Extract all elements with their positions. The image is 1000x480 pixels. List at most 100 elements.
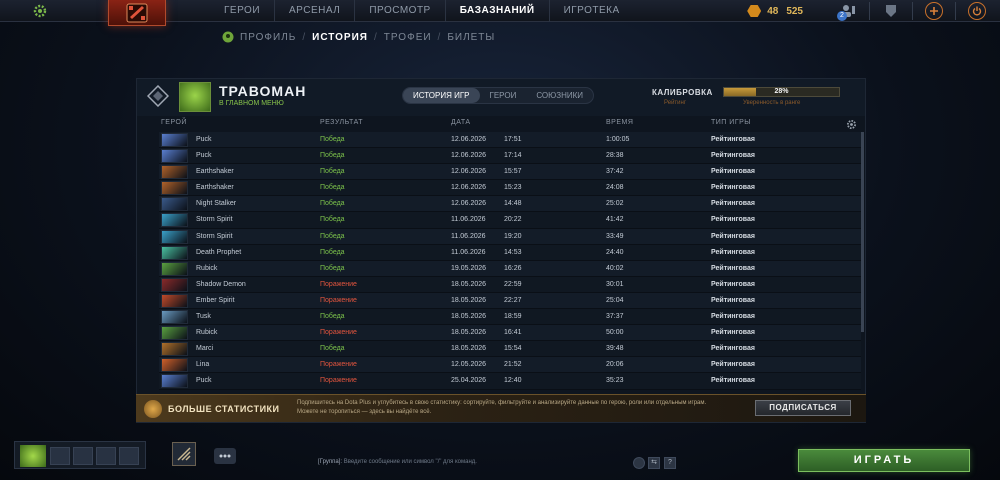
table-row[interactable]: Storm Spirit Победа 11.06.2026 19:20 33:49 Ре… [159, 228, 861, 245]
party-avatar[interactable] [20, 445, 46, 467]
subnav-item[interactable]: БИЛЕТЫ [447, 32, 495, 43]
column-header-date[interactable]: ДАТА [451, 119, 471, 126]
armory-button[interactable] [880, 0, 902, 22]
party-slot[interactable] [96, 447, 116, 465]
nav-item[interactable]: БАЗАЗНАНИЙ [446, 0, 550, 22]
table-row[interactable]: Rubick Поражение 18.05.2026 16:41 50:00 Рейти… [159, 325, 861, 342]
table-row[interactable]: Death Prophet Победа 11.06.2026 14:53 24:40 Р… [159, 244, 861, 261]
subnav-item[interactable]: ПРОФИЛЬ [240, 32, 296, 43]
table-row[interactable]: Earthshaker Победа 12.06.2026 15:57 37:42 Рей… [159, 164, 861, 181]
friends-button[interactable]: 2 [837, 0, 859, 22]
match-date: 12.06.2026 [451, 200, 487, 208]
subnav-separator: / [437, 31, 442, 43]
subnav-item[interactable]: ИСТОРИЯ [312, 32, 368, 43]
match-date: 12.05.2026 [451, 361, 487, 369]
match-duration: 40:02 [606, 264, 624, 272]
subnav-item[interactable]: ТРОФЕИ [384, 32, 432, 43]
match-result: Победа [320, 216, 345, 224]
rank-medal-icon[interactable] [146, 84, 170, 108]
match-duration: 25:04 [606, 296, 624, 304]
play-button[interactable]: ИГРАТЬ [798, 449, 970, 472]
column-header-hero[interactable]: ГЕРОЙ [161, 119, 187, 126]
help-icon[interactable]: ? [664, 457, 676, 469]
avatar[interactable] [179, 82, 211, 112]
top-right-controls: 48 525 2 [747, 0, 1000, 22]
history-tab[interactable]: СОЮЗНИКИ [526, 88, 593, 103]
table-row[interactable]: Storm Spirit Победа 11.06.2026 20:22 41:42 Ре… [159, 212, 861, 229]
table-row[interactable]: Tusk Победа 18.05.2026 18:59 37:37 Рейтингова… [159, 309, 861, 326]
power-button[interactable] [966, 0, 988, 22]
currency-display[interactable]: 48 525 [747, 5, 811, 17]
match-result: Победа [320, 232, 345, 240]
hero-name: Marci [196, 345, 214, 353]
table-row[interactable]: Puck Поражение 25.04.2026 12:40 35:23 Рейтинг… [159, 373, 861, 390]
match-date: 25.04.2026 [451, 377, 487, 385]
table-row[interactable]: Marci Победа 18.05.2026 15:54 39:48 Рейтингов… [159, 341, 861, 358]
nav-item[interactable]: ПРОСМОТР [355, 0, 446, 22]
column-header-result[interactable]: РЕЗУЛЬТАТ [320, 119, 363, 126]
history-tab[interactable]: ИСТОРИЯ ИГР [403, 88, 480, 103]
dota-logo-icon [126, 3, 148, 23]
settings-gear-icon[interactable] [32, 3, 48, 19]
hero-name: Puck [196, 136, 212, 143]
party-slot[interactable] [50, 447, 70, 465]
table-row[interactable]: Rubick Победа 19.05.2026 16:26 40:02 Рейтинго… [159, 260, 861, 277]
scrollbar[interactable] [861, 132, 864, 332]
nav-item[interactable]: АРСЕНАЛ [275, 0, 356, 22]
match-time: 12:40 [504, 377, 522, 385]
match-type: Рейтинговая [711, 152, 755, 160]
match-type: Рейтинговая [711, 377, 755, 385]
match-result: Победа [320, 168, 345, 176]
party-slot[interactable] [73, 447, 93, 465]
match-duration: 37:37 [606, 313, 624, 321]
dota-plus-title: БОЛЬШЕ СТАТИСТИКИ [168, 404, 280, 414]
match-date: 12.06.2026 [451, 152, 487, 160]
table-row[interactable]: Shadow Demon Поражение 18.05.2026 22:59 30:0… [159, 276, 861, 293]
profile-avatar-icon [222, 31, 234, 43]
language-icon[interactable]: ⇆ [648, 457, 660, 469]
match-result: Победа [320, 248, 345, 256]
history-tabs: ИСТОРИЯ ИГР ГЕРОИ СОЮЗНИКИ [402, 87, 595, 104]
subscribe-button[interactable]: ПОДПИСАТЬСЯ [755, 400, 851, 416]
match-time: 22:59 [504, 280, 522, 288]
match-type: Рейтинговая [711, 264, 755, 272]
dota-plus-banner: БОЛЬШЕ СТАТИСТИКИ Подпишитесь на Dota Pl… [136, 394, 866, 422]
table-row[interactable]: Puck Победа 12.06.2026 17:14 28:38 Рейтингова… [159, 148, 861, 165]
dota-logo[interactable] [108, 0, 166, 26]
chat-input[interactable]: [Группа]: Введите сообщение или символ "… [318, 455, 628, 469]
hero-portrait [161, 310, 188, 325]
shards-count: 48 [767, 5, 779, 17]
match-duration: 25:02 [606, 200, 624, 208]
match-duration: 37:42 [606, 168, 624, 176]
chat-toggle-button[interactable] [214, 448, 236, 464]
table-row[interactable]: Lina Поражение 12.05.2026 21:52 20:06 Рейтинг… [159, 357, 861, 374]
match-duration: 33:49 [606, 232, 624, 240]
table-row[interactable]: Puck Победа 12.06.2026 17:51 1:00:05 Рейтинго… [159, 132, 861, 149]
table-row[interactable]: Ember Spirit Поражение 18.05.2026 22:27 25:0… [159, 292, 861, 310]
dota-plus-description: Подпишитесь на Dota Plus и углубитесь в … [297, 400, 707, 415]
party-slot[interactable] [119, 447, 139, 465]
match-history-panel: ТРАВОМАН В ГЛАВНОМ МЕНЮ ИСТОРИЯ ИГР ГЕРОИ… [136, 78, 866, 423]
top-bar: ГЕРОИ АРСЕНАЛ ПРОСМОТР БАЗАЗНАНИЙ ИГРОТЕКА 4… [0, 0, 1000, 26]
party-finder-icon [177, 447, 191, 461]
party-finder-button[interactable] [172, 442, 196, 466]
calibration-label: КАЛИБРОВКА [652, 88, 713, 97]
hero-name: Puck [196, 152, 212, 160]
match-duration: 30:01 [606, 280, 624, 288]
add-button[interactable] [923, 0, 945, 22]
match-type: Рейтинговая [711, 296, 755, 304]
nav-item[interactable]: ГЕРОИ [210, 0, 276, 22]
match-date: 12.06.2026 [451, 168, 487, 176]
subnav-separator: / [373, 31, 378, 43]
globe-icon[interactable] [633, 457, 645, 469]
column-header-duration[interactable]: ВРЕМЯ [606, 119, 633, 126]
history-tab[interactable]: ГЕРОИ [480, 88, 527, 103]
divider [912, 2, 913, 20]
nav-item[interactable]: ИГРОТЕКА [550, 0, 634, 22]
table-row[interactable]: Night Stalker Победа 12.06.2026 14:48 25:02 Р… [159, 196, 861, 213]
hero-portrait [161, 326, 188, 341]
table-row[interactable]: Earthshaker Победа 12.06.2026 15:23 24:08 Рей… [159, 180, 861, 197]
match-time: 14:53 [504, 248, 522, 256]
column-header-type[interactable]: ТИП ИГРЫ [711, 119, 751, 126]
match-time: 22:27 [504, 296, 522, 304]
